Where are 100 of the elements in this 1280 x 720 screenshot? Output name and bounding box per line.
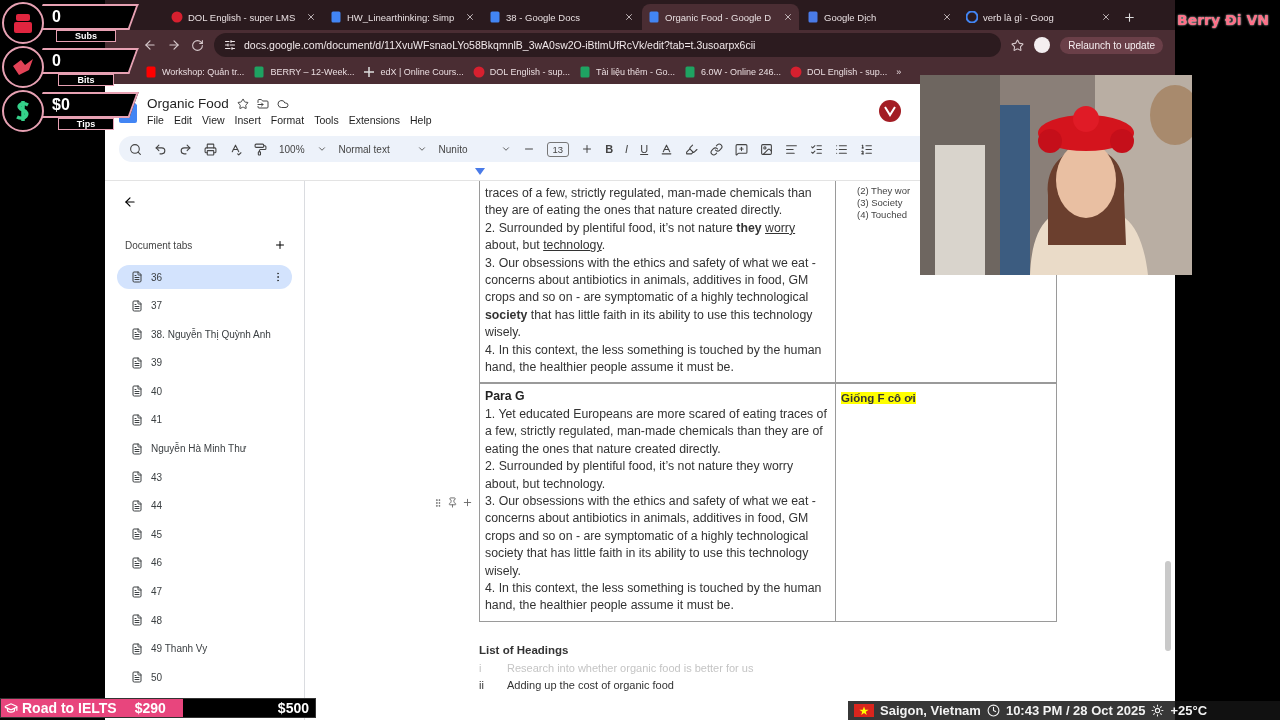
redo-icon[interactable] (179, 142, 192, 156)
stream-logo: Berry Đi VN (1177, 12, 1269, 28)
document-tab[interactable]: 40 (117, 379, 292, 404)
bookmark-link[interactable]: edX | Online Cours... (363, 66, 464, 78)
document-icon (131, 356, 143, 369)
numbered-list-icon[interactable] (860, 142, 874, 156)
add-tab-icon[interactable] (274, 239, 286, 251)
back-icon[interactable] (123, 195, 137, 209)
bullet-list-icon[interactable] (835, 142, 849, 156)
document-tab[interactable]: 36 (117, 265, 292, 289)
menu-item[interactable]: Tools (314, 114, 339, 126)
caret-icon[interactable] (416, 144, 427, 154)
document-title[interactable]: Organic Food (147, 96, 229, 111)
paint-format-icon[interactable] (254, 142, 267, 156)
browser-tab[interactable]: Google Dịch (801, 4, 958, 30)
tune-icon[interactable] (224, 39, 236, 51)
bookmark-link[interactable]: Workshop: Quản tr... (145, 66, 245, 78)
caret-icon[interactable] (500, 144, 511, 154)
gift-icon (11, 12, 35, 34)
close-icon[interactable] (306, 12, 316, 22)
star-icon[interactable] (236, 97, 249, 110)
document-tab[interactable]: 46 (117, 550, 292, 575)
search-icon[interactable] (129, 142, 142, 156)
document-tab[interactable]: 49 Thanh Vy (117, 636, 292, 661)
menu-item[interactable]: Insert (234, 114, 261, 126)
document-tab[interactable]: 39 (117, 350, 292, 375)
bookmark-link[interactable]: BERRY – 12-Week... (253, 66, 355, 78)
bookmark-link[interactable]: DOL English - sup... (472, 66, 570, 78)
highlight-icon[interactable] (685, 142, 699, 156)
document-tab[interactable]: Nguyễn Hà Minh Thư (117, 436, 292, 461)
document-tab[interactable]: 48 (117, 608, 292, 633)
print-icon[interactable] (204, 142, 217, 156)
forward-icon[interactable] (167, 38, 181, 52)
browser-tab[interactable]: 38 - Google Docs (483, 4, 640, 30)
undo-icon[interactable] (154, 142, 167, 156)
bookmark-star-icon[interactable] (1011, 38, 1025, 52)
reload-icon[interactable] (191, 38, 204, 52)
menu-item[interactable]: Edit (173, 114, 192, 126)
document-tab[interactable]: 41 (117, 407, 292, 432)
indent-marker-icon[interactable] (475, 168, 485, 175)
close-icon[interactable] (1101, 12, 1111, 22)
menu-item[interactable]: Format (270, 114, 305, 126)
caret-icon[interactable] (316, 144, 327, 154)
align-icon[interactable] (785, 142, 799, 156)
image-icon[interactable] (760, 142, 774, 156)
move-icon[interactable] (256, 97, 269, 110)
back-icon[interactable] (143, 38, 157, 52)
font-dropdown[interactable]: Nunito (438, 143, 489, 155)
menu-item[interactable]: File (147, 114, 164, 126)
browser-tab[interactable]: Organic Food - Google D (642, 4, 799, 30)
bookmark-link[interactable]: DOL English - sup... (790, 66, 888, 78)
more-bookmarks-button[interactable]: » (896, 67, 902, 77)
document-tab[interactable]: 45 (117, 522, 292, 547)
profile-avatar[interactable] (1034, 37, 1051, 53)
underline-button[interactable]: U (640, 143, 649, 155)
bookmark-link[interactable]: Tài liệu thêm - Go... (579, 66, 676, 78)
close-icon[interactable] (942, 12, 952, 22)
close-icon[interactable] (783, 12, 793, 22)
site-icon (145, 66, 157, 78)
menu-item[interactable]: View (202, 114, 225, 126)
time-text: 10:43 PM / 28 Oct 2025 (1005, 703, 1146, 718)
document-icon (131, 328, 143, 341)
zoom-dropdown[interactable]: 100% (279, 143, 305, 155)
browser-tab[interactable]: verb là gì - Goog (960, 4, 1117, 30)
link-icon[interactable] (710, 142, 724, 156)
pin-icon[interactable] (447, 497, 458, 509)
italic-button[interactable]: I (625, 143, 629, 155)
site-icon (579, 66, 591, 78)
spellcheck-icon[interactable] (229, 142, 242, 156)
document-icon (131, 585, 143, 598)
font-size-field[interactable]: 13 (546, 141, 570, 157)
text-color-icon[interactable] (660, 142, 674, 156)
menu-item[interactable]: Extensions (348, 114, 400, 126)
document-tab[interactable]: 38. Nguyễn Thị Quỳnh Anh (117, 322, 292, 347)
comment-icon[interactable] (735, 142, 749, 156)
document-tab[interactable]: 44 (117, 493, 292, 518)
bold-button[interactable]: B (605, 143, 614, 155)
close-icon[interactable] (624, 12, 634, 22)
account-avatar[interactable] (879, 100, 901, 122)
new-tab-icon[interactable] (1123, 11, 1136, 24)
paragraph: traces of a few, strictly regulated, man-made chemicals than they are of eating the ones that nature created directly. (485, 185, 813, 220)
address-field[interactable]: docs.google.com/document/d/11XvuWFsnaoLYo58BkqmnlB_3wA0sw2O-iBtlmUfRcVk/edit?tab=t.3usoarpx6cii (214, 33, 1002, 57)
add-row-icon[interactable] (462, 497, 473, 509)
document-tab[interactable]: 43 (117, 465, 292, 490)
close-icon[interactable] (465, 12, 475, 22)
site-icon (807, 11, 819, 23)
style-dropdown[interactable]: Normal text (338, 143, 405, 155)
document-tab[interactable]: 47 (117, 579, 292, 604)
scrollbar-thumb[interactable] (1165, 561, 1171, 651)
bookmark-link[interactable]: 6.0W - Online 246... (684, 66, 782, 78)
browser-tab[interactable]: DOL English - super LMS (165, 4, 322, 30)
checklist-icon[interactable] (810, 142, 824, 156)
menu-item[interactable]: Help (410, 114, 432, 126)
document-tab[interactable]: 37 (117, 293, 292, 318)
drag-handle-icon[interactable] (433, 497, 443, 508)
browser-tab[interactable]: HW_Linearthinking: Simp (324, 4, 481, 30)
increase-size-icon[interactable] (581, 143, 594, 155)
document-tab[interactable]: 50 (117, 665, 292, 690)
sidebar-title: Document tabs (125, 239, 193, 251)
relaunch-button[interactable]: Relaunch to update (1060, 36, 1163, 54)
